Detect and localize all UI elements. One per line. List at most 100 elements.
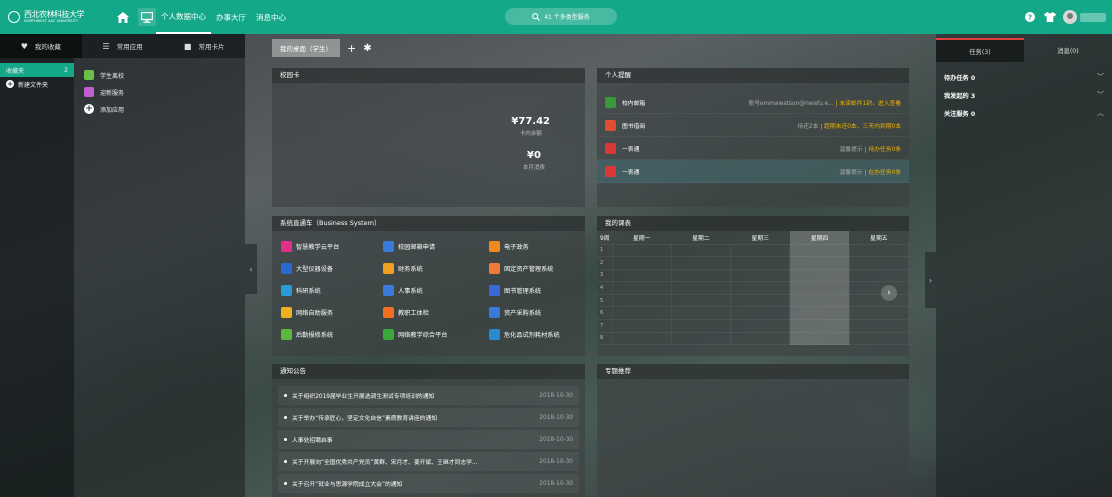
schedule-cell[interactable] [789,256,850,270]
schedule-cell[interactable] [730,306,791,321]
nav-personal-data[interactable]: 个人数据中心 [156,0,211,34]
system-link[interactable]: 资产采购系统 [489,306,589,318]
monthly-block[interactable]: ¥0 本月消费 [523,150,545,171]
system-link[interactable]: 固定资产管理系统 [489,262,589,274]
reminder-row[interactable]: 校内邮箱 账号emmawatson@nwafu.e... | 未读邮件1封，进入… [597,91,909,114]
schedule-cell[interactable] [848,268,910,283]
notice-item[interactable]: 关于组织2019届毕业生开展选调生测试专项培训的通知 2018-10-30 [278,386,579,405]
schedule-cell[interactable] [730,281,791,295]
system-link[interactable]: 大型仪器设备 [281,262,383,274]
username-blurred[interactable] [1080,12,1106,22]
system-link[interactable]: 智慧教学云平台 [281,240,383,252]
system-link[interactable]: 网络自助服务 [281,306,383,318]
tab-common-cards[interactable]: ■ 常用卡片 [163,34,245,58]
nav-message-center[interactable]: 消息中心 [251,0,291,34]
collapse-left-button[interactable]: ‹ [245,244,257,294]
initiated-row[interactable]: 我发起的 3 ﹀ [936,86,1112,104]
systems-grid: 智慧教学云平台 校园邮箱申请 电子政务 大型仪器设备 财务系统 固定资产管理系统 科研系统人… [272,231,585,340]
add-app-button[interactable]: + 添加应用 [84,102,124,116]
system-icon [281,284,292,296]
schedule-cell[interactable] [730,243,791,258]
notice-item[interactable]: 人事处招聘启事 2018-10-30 [278,430,579,449]
system-icon [489,328,500,340]
schedule-cell[interactable] [789,268,850,283]
schedule-cell[interactable] [730,331,791,346]
system-link[interactable]: 危化品试剂耗材系统 [489,328,589,340]
schedule-cell[interactable] [730,293,791,308]
tab-common-apps[interactable]: ☰ 常用应用 [82,34,164,58]
schedule-cell[interactable] [730,268,791,283]
system-link[interactable]: 后勤报修系统 [281,328,383,340]
avatar[interactable] [1063,10,1077,24]
schedule-cell[interactable] [670,293,732,308]
schedule-cell[interactable] [670,281,732,295]
schedule-cell[interactable] [789,281,850,295]
schedule-cell[interactable] [611,293,672,308]
schedule-cell[interactable] [789,331,850,346]
schedule-cell[interactable] [730,256,791,270]
schedule-cell[interactable] [670,306,732,321]
settings-icon[interactable]: ✱ [363,43,371,54]
help-icon[interactable]: ? [1023,10,1037,24]
schedule-cell[interactable] [730,319,791,333]
schedule-cell[interactable] [611,243,672,258]
notice-item[interactable]: 关于举办“传承匠心，坚定文化自信”素质教育讲座的通知 2018-10-30 [278,408,579,427]
desk-tab-student[interactable]: 我的桌面（学生） [272,39,340,57]
schedule-cell[interactable] [611,306,672,321]
tab-messages[interactable]: 消息(0) [1024,38,1112,62]
next-week-button[interactable]: › [881,285,897,301]
add-desk-icon[interactable]: + [347,42,356,55]
reminder-row[interactable]: 一表通 温馨提示 | 待办任务0条 [597,137,909,160]
system-link[interactable]: 教职工体检 [383,306,489,318]
schedule-cell[interactable] [848,256,910,270]
shirt-icon[interactable] [1043,10,1057,24]
followed-services-row[interactable]: 关注服务 0 ︿ [936,104,1112,122]
system-link[interactable]: 图书管理系统 [489,284,589,296]
tab-tasks[interactable]: 任务(3) [936,38,1024,62]
nav-service-hall[interactable]: 办事大厅 [211,0,251,34]
app-student-leave[interactable]: 学生离校 [84,68,124,82]
desktop-icon[interactable] [138,8,156,26]
schedule-cell[interactable] [670,256,732,270]
schedule-cell[interactable] [789,293,850,308]
schedule-cell[interactable] [848,243,910,258]
schedule-cell[interactable] [611,256,672,270]
schedule-cell[interactable] [670,243,732,258]
schedule-cell[interactable] [848,319,910,333]
schedule-cell[interactable] [611,281,672,295]
schedule-cell[interactable] [789,306,850,321]
home-icon[interactable] [114,8,132,26]
folder-favorites[interactable]: 收藏夹 2 [0,63,74,77]
schedule-cell[interactable] [789,319,850,333]
notice-item[interactable]: 关于召开“就业与思源学院成立大会”的通知 2018-10-30 [278,474,579,493]
tab-favorites[interactable]: ♥ 我的收藏 [0,34,82,58]
notice-item[interactable]: 关于开展向“全国优秀共产党员”黄群、宋月才、姜开斌、王继才同志学... 2018-… [278,452,579,471]
schedule-cell[interactable] [670,319,732,333]
schedule-cell[interactable] [848,306,910,321]
new-folder-button[interactable]: + 新建文件夹 [0,77,74,91]
system-link[interactable]: 人事系统 [383,284,489,296]
schedule-cell[interactable] [789,243,850,258]
system-link[interactable]: 电子政务 [489,240,589,252]
balance-block[interactable]: ¥77.42 卡内余额 [511,116,550,137]
reminder-row[interactable]: 图书借阅 待还2本 | 超期未还0本，三天内到期0本 [597,114,909,137]
schedule-cell[interactable] [670,331,732,346]
schedule-cell[interactable] [611,268,672,283]
system-link[interactable]: 网络教学综合平台 [383,328,489,340]
system-link[interactable]: 校园邮箱申请 [383,240,489,252]
notices-title: 通知公告 [272,364,585,379]
schedule-cell[interactable] [848,281,910,295]
schedule-cell[interactable] [611,319,672,333]
reminder-row[interactable]: 一表通 温馨提示 | 在办任务0条 [597,160,909,183]
schedule-cell[interactable] [848,331,910,346]
search-box[interactable]: 41 个多类型服务 [505,8,617,25]
app-welcome-service[interactable]: 迎新服务 [84,85,124,99]
todo-tasks-row[interactable]: 待办任务 0 ﹀ [936,68,1112,86]
system-link[interactable]: 财务系统 [383,262,489,274]
system-link[interactable]: 科研系统 [281,284,383,296]
collapse-right-button[interactable]: › [925,252,936,308]
schedule-cell[interactable] [848,293,910,308]
schedule-cell[interactable] [611,331,672,346]
university-logo[interactable]: 西北农林科技大学 NORTHWEST A&F UNIVERSITY [8,10,108,24]
schedule-cell[interactable] [670,268,732,283]
